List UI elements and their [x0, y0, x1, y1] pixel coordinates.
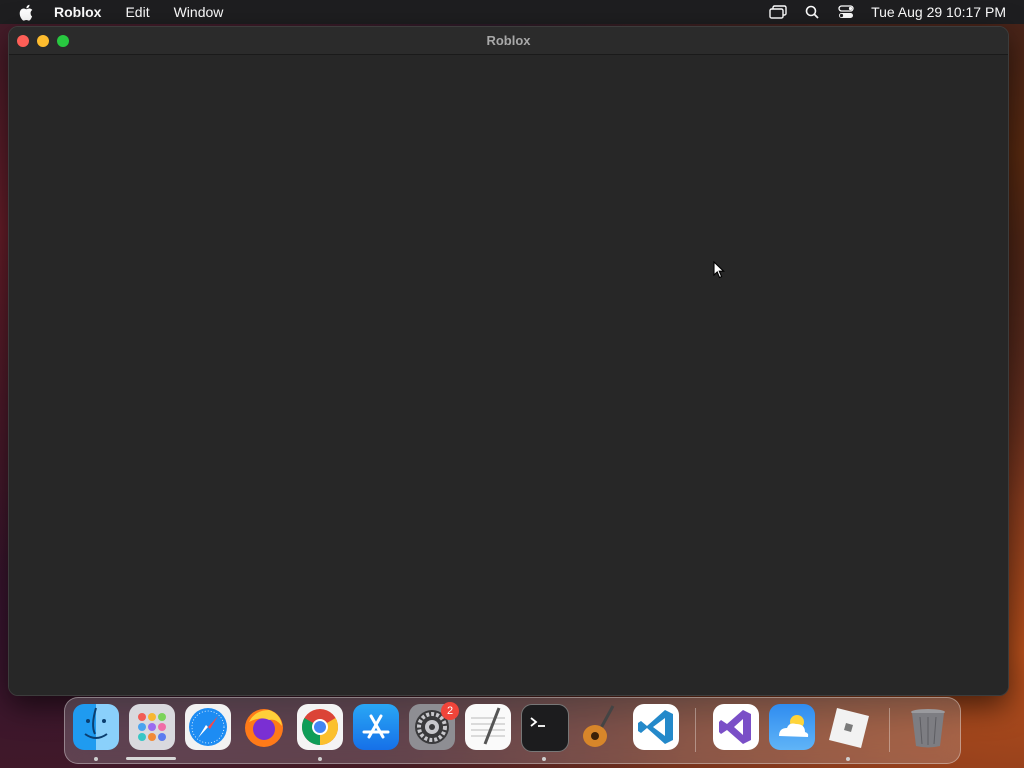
visual-studio-icon[interactable] [713, 704, 759, 750]
dock-scroll-indicator [126, 757, 176, 760]
roblox-window: Roblox [8, 26, 1009, 696]
garageband-icon[interactable] [577, 704, 623, 750]
safari-icon[interactable] [185, 704, 231, 750]
screen-mirroring-icon[interactable] [761, 0, 795, 24]
dock-separator [695, 708, 696, 752]
dock-separator [889, 708, 890, 752]
window-title: Roblox [486, 33, 531, 48]
running-indicator [542, 757, 546, 761]
terminal-icon[interactable] [521, 704, 569, 752]
weather-icon[interactable] [769, 704, 815, 750]
minimize-button[interactable] [37, 34, 49, 47]
firefox-icon[interactable] [241, 704, 287, 750]
window-content[interactable] [9, 55, 1008, 695]
menu-bar: Roblox Edit Window Tue Aug 29 10:17 PM [0, 0, 1024, 24]
dock: 2 [64, 697, 961, 764]
running-indicator [318, 757, 322, 761]
roblox-icon[interactable] [825, 704, 871, 750]
notification-badge: 2 [441, 702, 459, 720]
vscode-icon[interactable] [633, 704, 679, 750]
menu-edit[interactable]: Edit [113, 0, 161, 24]
menu-window[interactable]: Window [162, 0, 236, 24]
menu-app-name[interactable]: Roblox [52, 0, 113, 24]
running-indicator [846, 757, 850, 761]
launchpad-icon[interactable] [129, 704, 175, 750]
trash-icon[interactable] [905, 704, 951, 750]
chrome-icon[interactable] [297, 704, 343, 750]
window-title-bar[interactable]: Roblox [9, 27, 1008, 55]
textedit-icon[interactable] [465, 704, 511, 750]
finder-icon[interactable] [73, 704, 119, 750]
control-center-icon[interactable] [829, 0, 863, 24]
mouse-cursor-icon [713, 260, 727, 284]
menu-clock[interactable]: Tue Aug 29 10:17 PM [863, 4, 1006, 20]
app-store-icon[interactable] [353, 704, 399, 750]
running-indicator [94, 757, 98, 761]
search-icon[interactable] [795, 0, 829, 24]
close-button[interactable] [17, 34, 29, 47]
zoom-button[interactable] [57, 34, 69, 47]
apple-menu-icon[interactable] [0, 0, 52, 24]
